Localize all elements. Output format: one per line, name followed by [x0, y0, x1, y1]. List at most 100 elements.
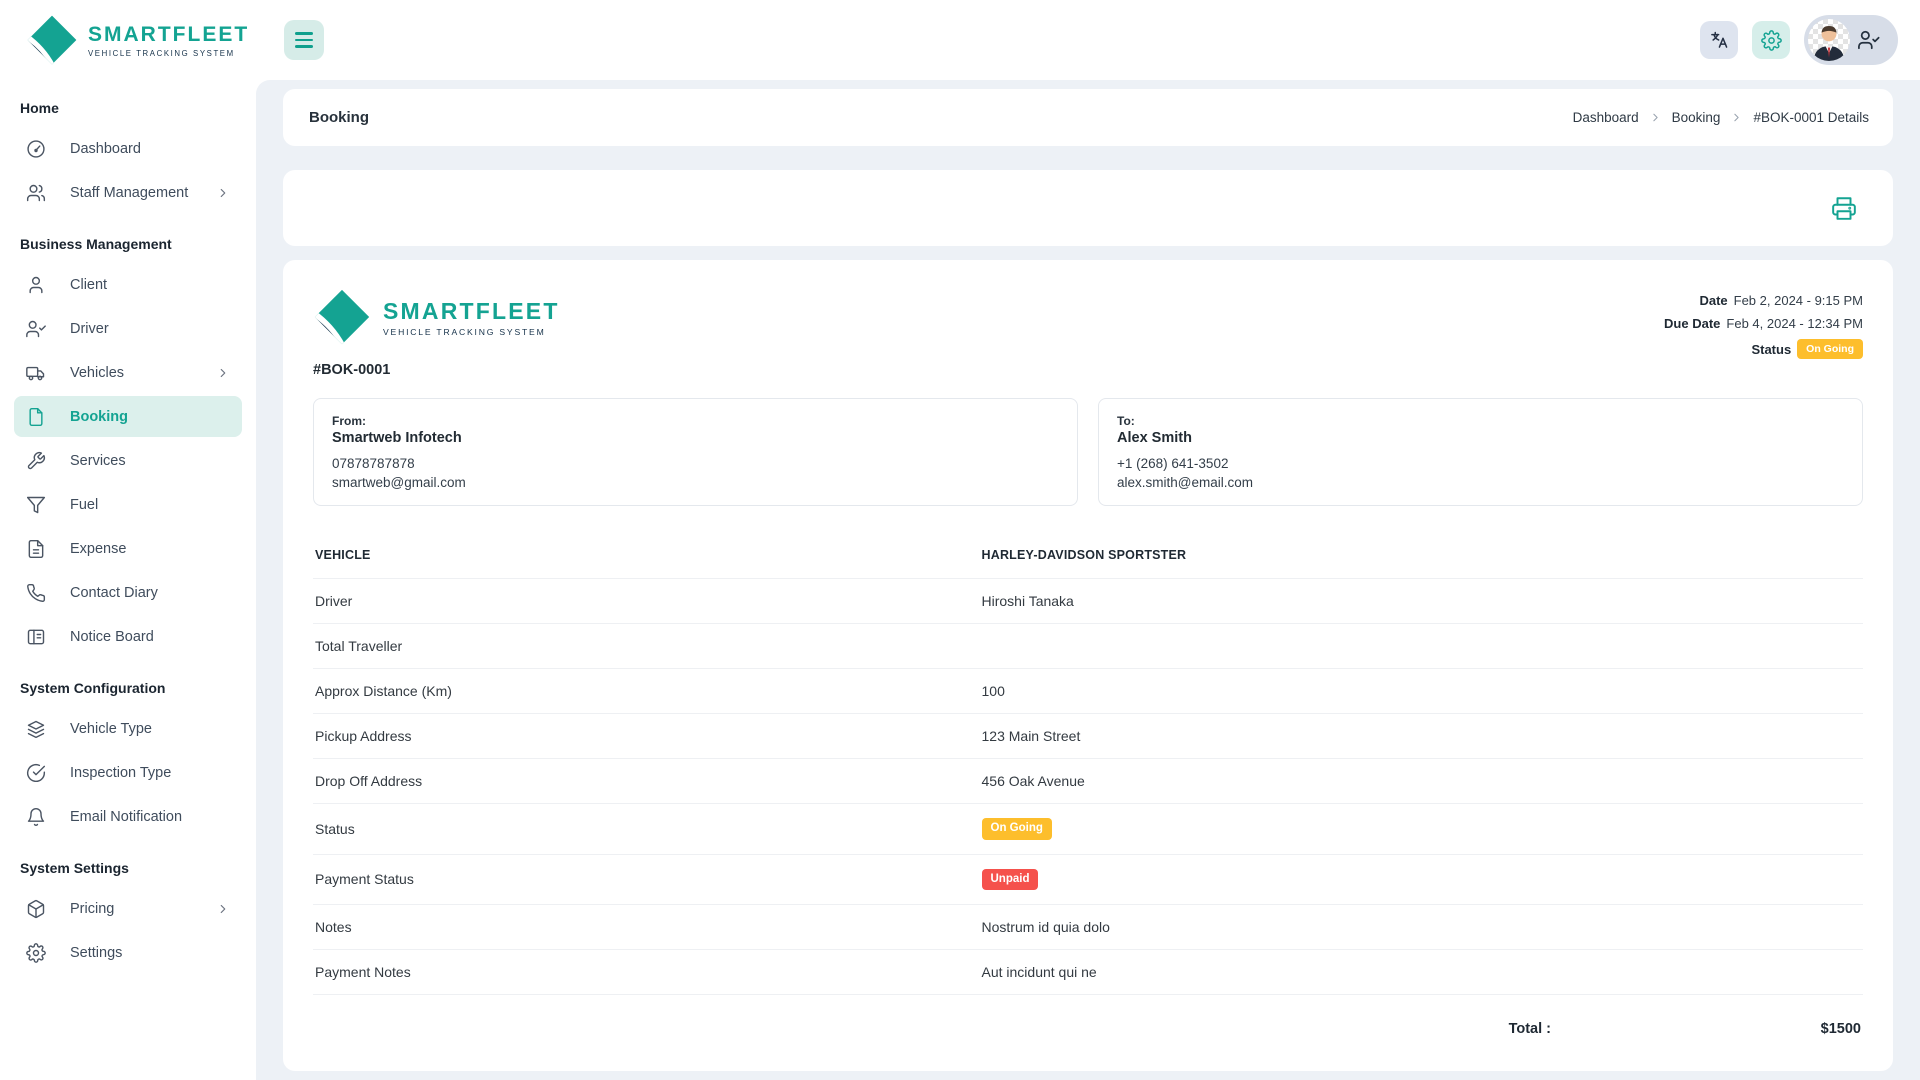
row-label: Drop Off Address [313, 759, 980, 804]
brand-name: SMARTFLEET [383, 298, 560, 325]
row-label: Total Traveller [313, 624, 980, 669]
print-icon [1831, 195, 1857, 221]
sidebar-item-label: Dashboard [70, 141, 141, 157]
print-button[interactable] [1831, 195, 1857, 221]
from-box: From: Smartweb Infotech 07878787878 smar… [313, 398, 1078, 506]
sidebar-section-system-settings: System Settings [0, 840, 256, 885]
app-logo: SMARTFLEET VEHICLE TRACKING SYSTEM [0, 14, 256, 66]
status-badge: Unpaid [982, 869, 1039, 891]
sidebar-item-label: Driver [70, 321, 109, 337]
sidebar-item-inspection-type[interactable]: Inspection Type [14, 752, 242, 793]
breadcrumb-chevron-icon [1730, 111, 1743, 124]
translate-button[interactable] [1700, 21, 1738, 59]
due-date-label: Due Date [1664, 316, 1720, 331]
brand-name: SMARTFLEET [88, 23, 249, 47]
hamburger-button[interactable] [284, 20, 324, 60]
sidebar-item-label: Booking [70, 409, 128, 425]
sidebar-item-vehicles[interactable]: Vehicles [14, 352, 242, 393]
brand-logo-icon [313, 288, 371, 346]
sidebar-item-client[interactable]: Client [14, 264, 242, 305]
sidebar-item-label: Vehicle Type [70, 721, 152, 737]
sidebar-item-booking[interactable]: Booking [14, 396, 242, 437]
table-row: StatusOn Going [313, 804, 1863, 855]
row-label: Status [313, 804, 980, 855]
table-row: Drop Off Address456 Oak Avenue [313, 759, 1863, 804]
sidebar-item-dashboard[interactable]: Dashboard [14, 128, 242, 169]
to-name: Alex Smith [1117, 430, 1844, 446]
sidebar-item-label: Contact Diary [70, 585, 158, 601]
driver-icon [26, 319, 46, 339]
table-header-label: VEHICLE [313, 532, 980, 579]
breadcrumb-current: #BOK-0001 Details [1753, 110, 1869, 125]
from-phone: 07878787878 [332, 456, 1059, 471]
avatar [1808, 19, 1850, 61]
sidebar-item-label: Vehicles [70, 365, 124, 381]
vehicle-type-icon [26, 719, 46, 739]
from-label: From: [332, 414, 1059, 428]
table-row: Pickup Address123 Main Street [313, 714, 1863, 759]
sidebar-item-notice-board[interactable]: Notice Board [14, 616, 242, 657]
sidebar-item-label: Pricing [70, 901, 114, 917]
table-row: NotesNostrum id quia dolo [313, 905, 1863, 950]
inspection-type-icon [26, 763, 46, 783]
row-label: Pickup Address [313, 714, 980, 759]
toolbar-card [283, 170, 1893, 246]
sidebar-item-label: Expense [70, 541, 126, 557]
booking-id: #BOK-0001 [313, 362, 560, 378]
status-badge: On Going [1797, 339, 1863, 359]
sidebar-item-staff-management[interactable]: Staff Management [14, 172, 242, 213]
due-date-value: Feb 4, 2024 - 12:34 PM [1726, 316, 1863, 331]
sidebar-item-vehicle-type[interactable]: Vehicle Type [14, 708, 242, 749]
table-header-row: VEHICLE HARLEY-DAVIDSON SPORTSTER [313, 532, 1863, 579]
sidebar-item-label: Email Notification [70, 809, 182, 825]
dashboard-icon [26, 139, 46, 159]
booking-details-table: VEHICLE HARLEY-DAVIDSON SPORTSTER Driver… [313, 532, 1863, 995]
main-content: Booking Dashboard Booking #BOK-0001 Deta… [256, 80, 1920, 1080]
row-value: On Going [980, 804, 1864, 855]
table-row: Payment NotesAut incidunt qui ne [313, 950, 1863, 995]
sidebar-item-pricing[interactable]: Pricing [14, 888, 242, 929]
contact-diary-icon [26, 583, 46, 603]
expense-icon [26, 539, 46, 559]
invoice-brand-logo: SMARTFLEET VEHICLE TRACKING SYSTEM [313, 288, 560, 346]
sidebar-item-driver[interactable]: Driver [14, 308, 242, 349]
breadcrumb-dashboard[interactable]: Dashboard [1573, 110, 1639, 125]
user-menu[interactable] [1804, 15, 1898, 65]
table-row: Payment StatusUnpaid [313, 854, 1863, 905]
invoice-meta: Date Feb 2, 2024 - 9:15 PM Due Date Feb … [1664, 288, 1863, 367]
sidebar: Home Dashboard Staff Management Business… [0, 80, 256, 1080]
sidebar-item-label: Staff Management [70, 185, 188, 201]
sidebar-item-services[interactable]: Services [14, 440, 242, 481]
sidebar-item-label: Notice Board [70, 629, 154, 645]
translate-icon [1709, 30, 1729, 50]
total-row: Total : $1500 [313, 995, 1863, 1051]
total-label: Total : [1509, 1021, 1551, 1037]
date-label: Date [1699, 293, 1727, 308]
vehicles-icon [26, 363, 46, 383]
row-label: Payment Status [313, 854, 980, 905]
row-value: Hiroshi Tanaka [980, 579, 1864, 624]
from-name: Smartweb Infotech [332, 430, 1059, 446]
sidebar-item-fuel[interactable]: Fuel [14, 484, 242, 525]
header-settings-button[interactable] [1752, 21, 1790, 59]
sidebar-item-label: Fuel [70, 497, 98, 513]
chevron-right-icon [216, 902, 230, 916]
breadcrumb-booking[interactable]: Booking [1672, 110, 1721, 125]
from-email: smartweb@gmail.com [332, 475, 1059, 490]
to-label: To: [1117, 414, 1844, 428]
page-title: Booking [309, 109, 369, 126]
sidebar-item-label: Inspection Type [70, 765, 171, 781]
hamburger-icon [295, 32, 313, 35]
sidebar-item-contact-diary[interactable]: Contact Diary [14, 572, 242, 613]
total-value: $1500 [1551, 1021, 1861, 1037]
status-label: Status [1751, 342, 1791, 357]
sidebar-item-expense[interactable]: Expense [14, 528, 242, 569]
to-email: alex.smith@email.com [1117, 475, 1844, 490]
staff-icon [26, 183, 46, 203]
sidebar-item-settings[interactable]: Settings [14, 932, 242, 973]
row-value: Unpaid [980, 854, 1864, 905]
sidebar-item-email-notification[interactable]: Email Notification [14, 796, 242, 837]
notice-board-icon [26, 627, 46, 647]
settings-icon [26, 943, 46, 963]
fuel-icon [26, 495, 46, 515]
